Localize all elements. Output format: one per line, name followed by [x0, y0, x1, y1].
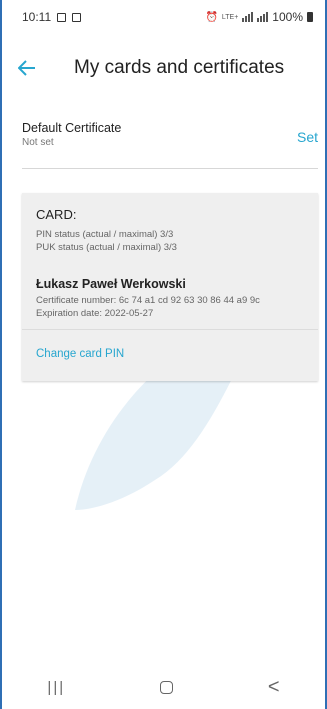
- section-divider: [22, 168, 318, 169]
- arrow-left-icon: [18, 60, 35, 76]
- home-button[interactable]: [159, 680, 173, 694]
- card-title: CARD:: [36, 207, 77, 222]
- network-type: LTE+: [221, 13, 239, 21]
- status-bar: 10:11 ⏰ LTE+ 100%: [0, 0, 327, 34]
- change-card-pin-button[interactable]: Change card PIN: [36, 348, 124, 360]
- set-default-certificate-button[interactable]: Set: [297, 129, 318, 145]
- card-divider: [22, 329, 318, 330]
- sim-icon: [72, 12, 82, 22]
- expiration-date: Expiration date: 2022-05-27: [36, 308, 154, 319]
- gallery-icon: [57, 12, 67, 22]
- signal-icon-2: [257, 12, 269, 22]
- status-time: 10:11: [22, 10, 52, 24]
- recent-apps-button[interactable]: |||: [47, 679, 65, 696]
- back-button[interactable]: [18, 48, 36, 88]
- system-nav-bar: ||| <: [0, 665, 327, 709]
- status-right: ⏰ LTE+ 100%: [205, 10, 313, 24]
- pin-status: PIN status (actual / maximal) 3/3: [36, 229, 174, 240]
- certificate-number: Certificate number: 6c 74 a1 cd 92 63 30…: [36, 295, 260, 306]
- alarm-icon: ⏰: [205, 11, 218, 23]
- certificate-owner: Łukasz Paweł Werkowski: [36, 277, 186, 291]
- back-nav-button[interactable]: <: [268, 676, 280, 699]
- screen-border-left: [0, 0, 2, 709]
- app-bar: My cards and certificates: [0, 48, 327, 88]
- page-title: My cards and certificates: [74, 57, 285, 78]
- puk-status: PUK status (actual / maximal) 3/3: [36, 242, 177, 253]
- battery-icon: [307, 12, 313, 22]
- status-left: 10:11: [22, 10, 82, 24]
- card-panel: CARD: PIN status (actual / maximal) 3/3 …: [22, 193, 318, 381]
- battery-percent: 100%: [272, 10, 303, 24]
- default-certificate-label: Default Certificate: [22, 121, 122, 135]
- default-certificate-row[interactable]: Default Certificate Not set Set: [22, 121, 318, 148]
- signal-icon: [242, 12, 254, 22]
- default-certificate-value: Not set: [22, 137, 54, 148]
